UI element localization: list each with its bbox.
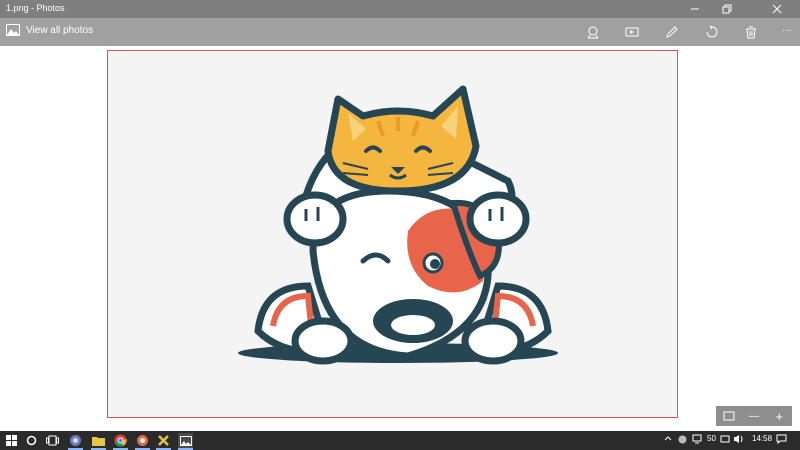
start-button[interactable] — [4, 433, 19, 448]
photos-icon — [179, 435, 192, 446]
tools-icon — [158, 435, 169, 446]
rotate-icon — [706, 25, 718, 38]
view-all-photos-label: View all photos — [26, 24, 94, 36]
show-hidden-icons-button[interactable] — [664, 434, 672, 443]
more-button[interactable]: ··· — [778, 21, 796, 39]
chrome-icon — [114, 434, 127, 447]
close-button[interactable] — [762, 0, 792, 18]
minimize-icon — [691, 8, 699, 10]
app-icon-1 — [70, 435, 81, 446]
network-icon — [692, 434, 702, 444]
restore-button[interactable] — [712, 0, 742, 18]
folder-icon — [92, 437, 105, 446]
cat-right-paw — [466, 191, 530, 247]
restore-icon — [722, 4, 732, 14]
edit-icon — [666, 26, 678, 38]
network-button[interactable] — [692, 434, 702, 446]
slideshow-icon — [625, 27, 639, 37]
fit-to-window-button[interactable] — [716, 406, 741, 426]
photo-canvas[interactable] — [107, 50, 678, 418]
gallery-icon — [6, 24, 20, 36]
rotate-button[interactable] — [703, 23, 721, 41]
app-icon-4 — [137, 435, 148, 446]
volume-level-text: 50 — [707, 434, 716, 443]
taskbar-file-explorer[interactable] — [91, 433, 106, 450]
view-all-photos-button[interactable]: View all photos — [6, 24, 93, 36]
tray-circle-icon — [678, 435, 687, 444]
fit-icon — [723, 411, 735, 421]
cortana-icon — [26, 435, 37, 446]
zoom-out-button[interactable]: — — [741, 406, 766, 426]
photo-viewer: — + — [0, 46, 800, 431]
action-center-button[interactable] — [776, 434, 787, 446]
volume-button[interactable] — [733, 434, 744, 446]
chevron-up-icon — [664, 436, 672, 441]
title-bar: 1.png - Photos — [0, 0, 800, 18]
taskbar-app-4[interactable] — [135, 433, 150, 450]
dog-right-paw — [461, 317, 525, 365]
window-title: 1.png - Photos — [6, 3, 65, 13]
zoom-in-button[interactable]: + — [767, 406, 792, 426]
clock[interactable]: 14:58 — [752, 434, 772, 443]
task-view-icon — [46, 435, 59, 446]
taskbar: 50 14:58 — [0, 431, 800, 450]
battery-icon — [720, 435, 730, 443]
delete-button[interactable] — [742, 23, 760, 41]
share-icon — [587, 26, 599, 39]
cat-dog-illustration — [238, 85, 558, 365]
zoom-controls: — + — [716, 406, 792, 426]
speaker-icon — [734, 435, 743, 443]
windows-icon — [6, 435, 17, 446]
task-view-button[interactable] — [45, 433, 60, 448]
zoom-in-icon: + — [775, 408, 784, 424]
zoom-out-icon: — — [748, 410, 759, 422]
minimize-button[interactable] — [680, 0, 710, 18]
battery-button[interactable] — [720, 434, 730, 446]
app-toolbar: View all photos ··· — [0, 18, 800, 46]
cat-left-paw — [283, 191, 347, 247]
tray-app-icon[interactable] — [678, 435, 687, 446]
slideshow-button[interactable] — [623, 23, 641, 41]
edit-button[interactable] — [663, 23, 681, 41]
taskbar-photos[interactable] — [178, 433, 193, 450]
dog-left-paw — [291, 317, 355, 365]
notification-icon — [776, 434, 787, 445]
cat-head — [324, 85, 480, 195]
close-icon — [772, 4, 782, 14]
more-icon: ··· — [782, 24, 792, 36]
search-button[interactable] — [24, 433, 39, 448]
share-button[interactable] — [584, 23, 602, 41]
taskbar-chrome[interactable] — [113, 433, 128, 450]
taskbar-tools[interactable] — [156, 433, 171, 450]
delete-icon — [746, 26, 756, 39]
taskbar-app-1[interactable] — [68, 433, 83, 450]
